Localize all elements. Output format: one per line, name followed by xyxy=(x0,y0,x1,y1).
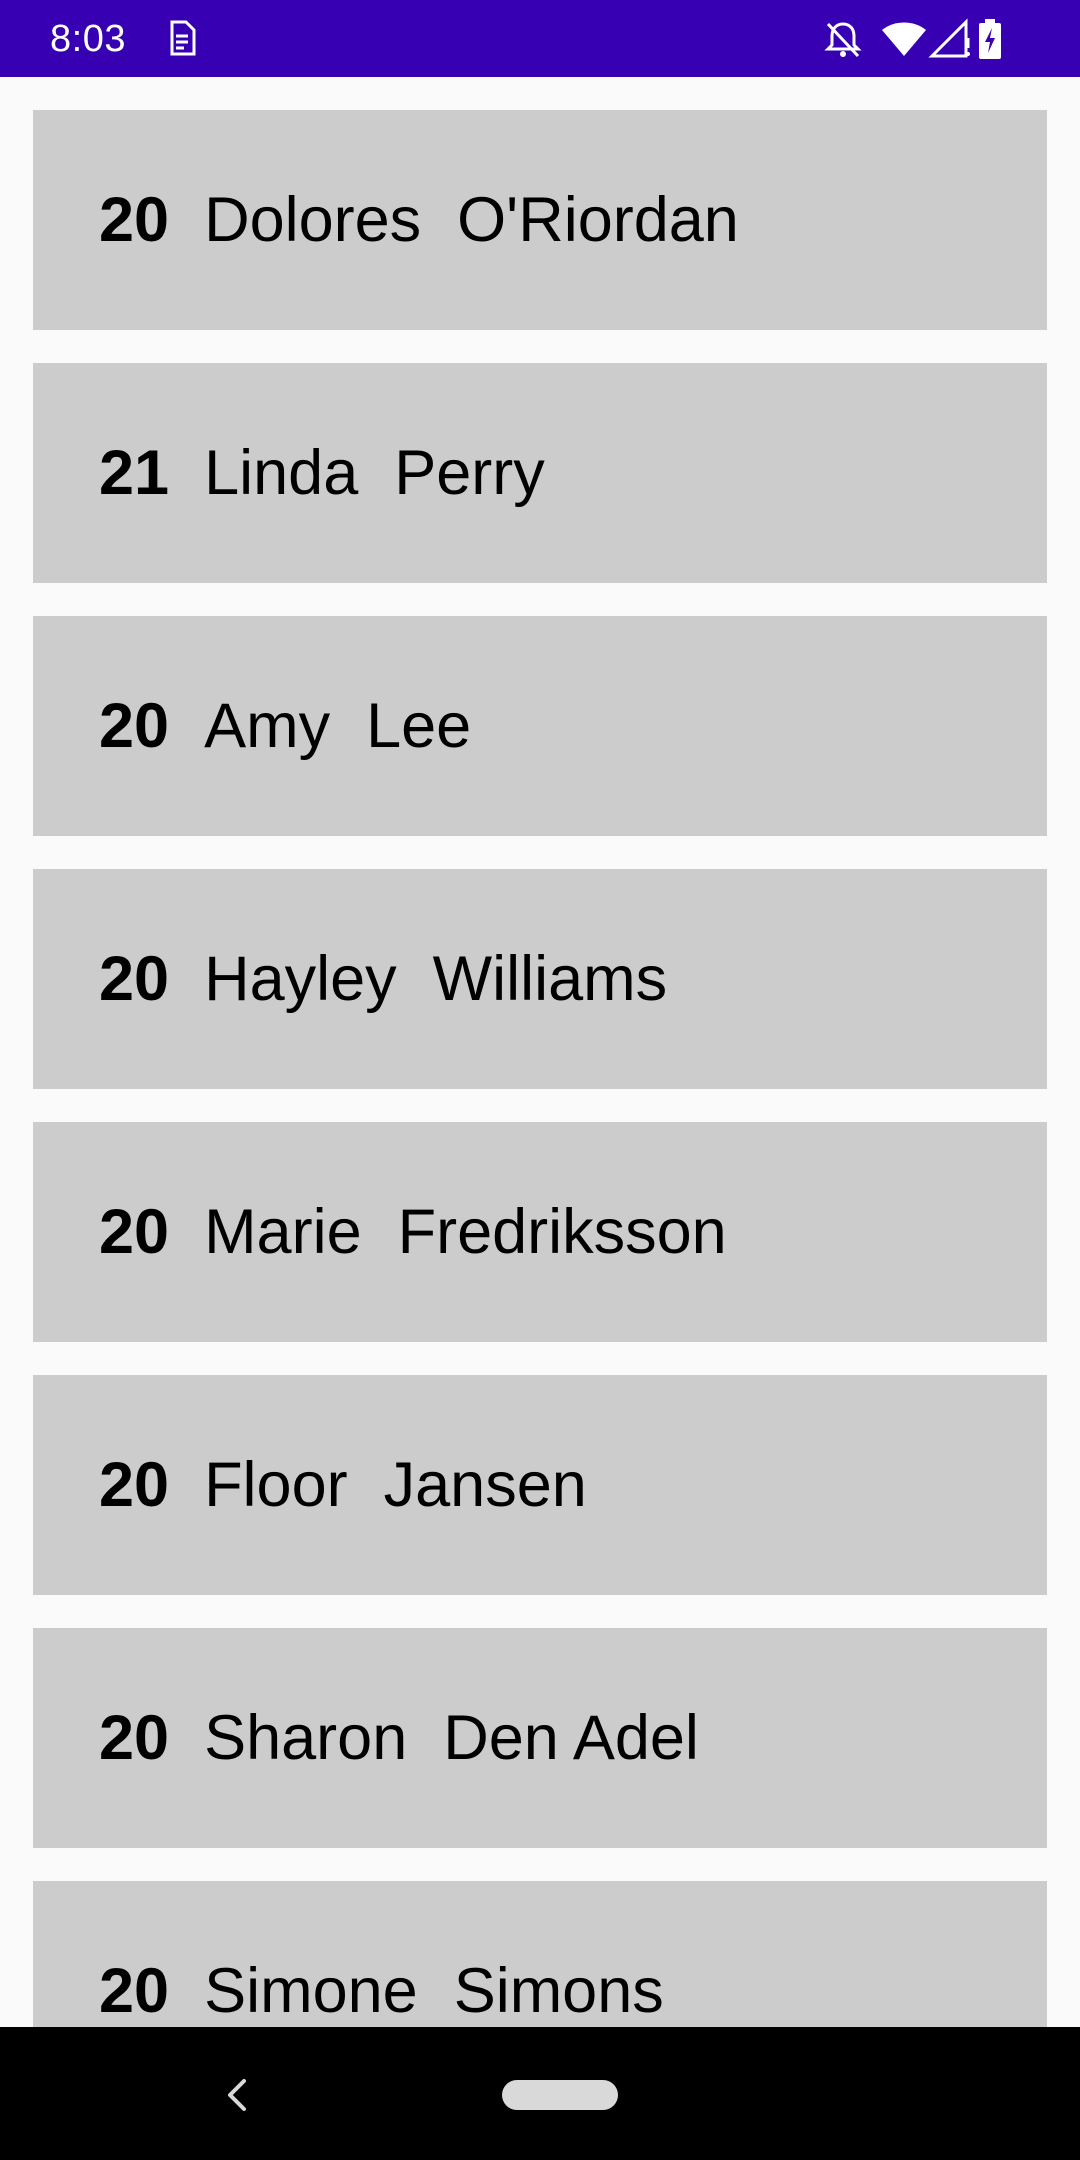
first-name-label: Amy xyxy=(204,691,331,761)
last-name-label: Fredriksson xyxy=(397,1197,727,1267)
age-label: 20 xyxy=(99,1703,170,1773)
first-name-label: Simone xyxy=(204,1956,418,2026)
age-label: 20 xyxy=(99,1956,170,2026)
age-label: 20 xyxy=(99,691,170,761)
last-name-label: Simons xyxy=(453,1956,664,2026)
age-label: 20 xyxy=(99,1450,170,1520)
last-name-label: O'Riordan xyxy=(457,185,739,255)
age-label: 21 xyxy=(99,438,170,508)
back-chevron-icon[interactable] xyxy=(222,2077,254,2113)
age-label: 20 xyxy=(99,944,170,1014)
list-item[interactable]: 20 Hayley Williams xyxy=(33,869,1047,1089)
first-name-label: Sharon xyxy=(204,1703,408,1773)
battery-charging-icon xyxy=(979,19,1001,59)
list-item[interactable]: 20 Sharon Den Adel xyxy=(33,1628,1047,1848)
signal-icon xyxy=(928,18,970,58)
last-name-label: Lee xyxy=(366,691,472,761)
first-name-label: Hayley xyxy=(204,944,397,1014)
last-name-label: Jansen xyxy=(383,1450,587,1520)
first-name-label: Linda xyxy=(204,438,359,508)
notifications-off-icon xyxy=(824,22,862,58)
age-label: 20 xyxy=(99,185,170,255)
person-list[interactable]: 20 Dolores O'Riordan 21 Linda Perry 20 A… xyxy=(0,77,1080,2027)
list-item[interactable]: 20 Simone Simons xyxy=(33,1881,1047,2027)
first-name-label: Floor xyxy=(204,1450,348,1520)
status-time: 8:03 xyxy=(50,18,126,60)
list-item[interactable]: 20 Marie Fredriksson xyxy=(33,1122,1047,1342)
last-name-label: Den Adel xyxy=(443,1703,699,1773)
age-label: 20 xyxy=(99,1197,170,1267)
first-name-label: Marie xyxy=(204,1197,362,1267)
list-item[interactable]: 20 Amy Lee xyxy=(33,616,1047,836)
home-pill-icon[interactable] xyxy=(502,2080,618,2110)
first-name-label: Dolores xyxy=(204,185,422,255)
list-item[interactable]: 20 Dolores O'Riordan xyxy=(33,110,1047,330)
status-bar: 8:03 xyxy=(0,0,1080,77)
wifi-icon xyxy=(882,22,926,56)
sim-card-icon xyxy=(170,20,196,56)
list-item[interactable]: 20 Floor Jansen xyxy=(33,1375,1047,1595)
list-item[interactable]: 21 Linda Perry xyxy=(33,363,1047,583)
last-name-label: Perry xyxy=(394,438,545,508)
last-name-label: Williams xyxy=(432,944,668,1014)
